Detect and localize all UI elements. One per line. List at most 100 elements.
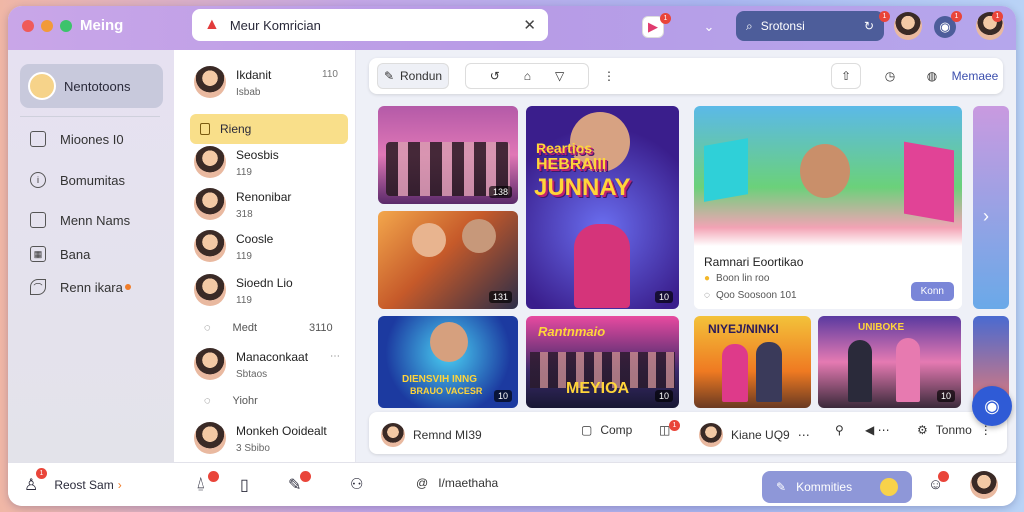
card-info: Ramnari Eoortikao ● Boon lin roo ◌ Qoo S… [694,247,962,309]
sidebar-item-mioones[interactable]: Mioones I0 [30,131,124,147]
card-meta: Qoo Soosoon 101 [715,290,797,301]
search-bar[interactable]: ⌕ Srotonsi ↻ [736,11,884,41]
chevron-down-icon[interactable]: ▽ [555,69,564,83]
video-tile[interactable]: Rantnmaio MEYIOA 10 [526,316,679,408]
status-dot [124,284,131,290]
list-item[interactable]: Coosle 119 [194,230,273,262]
badge: 1 [992,11,1003,22]
sidebar-item-renn-ikara[interactable]: ⌒ Renn ikara [30,279,131,295]
person-photo [462,219,496,253]
card-button[interactable]: Konn [910,282,954,301]
more-icon[interactable]: ⋮ [601,63,617,89]
url-text: Meur Komrician [229,17,321,33]
footer-label: Reost Sam [54,478,114,492]
sidebar-item-menn-nams[interactable]: Menn Nams [30,212,130,228]
search-label: Srotonsi [760,19,805,33]
search-button[interactable]: ✎ Rondun [377,63,449,89]
video-tile[interactable]: UNIBOKE 10 [818,316,961,408]
list-item[interactable]: Monkeh Ooidealt 3 Sbibo [194,422,327,454]
location-icon[interactable]: ⚲ [835,423,844,437]
help-fab[interactable]: ◉ [972,386,1012,426]
featured-video-tile[interactable]: Reartios HEBRAIII JUNNAY 10 [526,106,679,309]
list-item[interactable]: Manaconkaat Sbtaos ⋯ [194,348,340,380]
send-icon[interactable]: ◀ ⋯ [865,423,890,437]
notification-badge [300,471,311,482]
avatar[interactable] [894,12,922,40]
refresh-icon[interactable]: ↺ [490,69,500,83]
footer-label: I/maethaha [438,476,499,490]
tile-headline: NIYEJ/NINKI [708,322,779,336]
duration-tag: 10 [654,390,673,402]
video-tile[interactable]: NIYEJ/NINKI [694,316,811,408]
close-icon[interactable]: ✕ [523,16,536,34]
clock-icon[interactable]: ◷ [875,63,905,89]
name-button[interactable]: Memaee [952,63,999,89]
video-tile[interactable]: 138 [378,106,518,204]
url-bar[interactable]: ▲ Meur Komrician ✕ [192,9,548,41]
meta-time: 3110 [309,322,333,334]
avatar [381,423,405,447]
brand-logo-icon: ▲ [204,16,220,33]
chat-contact[interactable]: Kiane UQ9 ⋯ [699,423,810,447]
bell-icon[interactable]: ⍙ [196,475,206,493]
communities-button[interactable]: ✎ Kommities [762,471,912,503]
video-tile[interactable]: DIENSVIH INNG BRAUO VACESR 10 [378,316,518,408]
home-icon[interactable]: ⌂ [524,69,531,83]
share-icon[interactable]: ⇧ [831,63,861,89]
maximize-dot[interactable] [60,20,72,32]
highlighted-item[interactable]: Rieng [190,114,348,144]
tile-subline: BRAUO VACESR [410,386,483,396]
timestamp: 110 [322,69,338,80]
emoji-icon [880,478,898,496]
video-tile-edge[interactable]: › [973,106,1009,309]
tile-headline: Rantnmaio [538,324,606,339]
list-item[interactable]: Renonibar 318 [194,188,291,220]
avatar [194,274,226,306]
badge: 1 [669,420,680,431]
duration-tag: 10 [936,390,955,402]
chat-contact[interactable]: Remnd MI39 [381,423,482,447]
list-item[interactable]: Sioedn Lio 119 [194,274,293,306]
tile-headline: HEBRAIII [536,156,607,173]
app-window: Meing ▲ Meur Komrician ✕ ▶ 1 ⌄ ⌕ Srotons… [8,6,1016,506]
arrow-icon[interactable]: ⌄ [698,16,720,38]
video-tile[interactable]: 131 [378,211,518,309]
person-name: Coosle [236,232,274,246]
list-item[interactable]: Seosbis 119 [194,146,279,178]
comment-icon[interactable]: ◌ [204,322,211,334]
person-sub: 3 Sbibo [236,443,270,454]
footer-item[interactable]: @ I/maethaha [416,476,498,490]
info-icon: i [30,172,46,188]
close-dot[interactable] [22,20,34,32]
user-avatar[interactable] [970,471,998,499]
tile-headline: Reartios [536,140,593,156]
more-icon[interactable]: ⋯ [330,351,340,362]
person-icon: ♙ [24,477,39,494]
chat-compose[interactable]: ▢ Comp [581,423,632,437]
people-icon[interactable]: ⚇ [350,475,363,493]
chat-icon[interactable]: ◍ [917,63,947,89]
bookmark-icon[interactable]: ▯ [240,475,249,495]
badge: 1 [951,11,962,22]
dancer-figure [896,338,920,402]
notification-badge [208,471,219,482]
profile-avatar [28,72,56,100]
sidebar-item-bomumitas[interactable]: i Bomumitas [30,172,125,188]
minimize-dot[interactable] [41,20,53,32]
bottom-bar: ♙ Reost Sam › 1 ⍙ ▯ ✎ ⚇ @ I/maethaha ✎ K… [8,462,1016,506]
badge: 1 [879,11,890,22]
chat-contact[interactable]: ⚙ Tonmo ⋮ [917,423,992,437]
profile-button[interactable]: Nentotoons [20,64,163,108]
person-sub: 119 [236,251,252,262]
person-sub: 119 [236,295,252,306]
avatar [194,348,226,380]
comment-icon[interactable]: ◌ [204,395,211,407]
more-icon[interactable]: ⋯ [798,428,810,442]
chevron-right-icon[interactable]: › [983,206,989,227]
list-item[interactable]: Ikdanit Isbab 110 [194,66,338,98]
featured-card[interactable]: Ramnari Eoortikao ● Boon lin roo ◌ Qoo S… [694,106,962,309]
refresh-icon[interactable]: ↻ [864,19,874,33]
sidebar-item-bana[interactable]: ▦ Bana [30,246,90,262]
people-panel: Ikdanit Isbab 110 Rieng Seosbis 119 Reno… [174,50,356,462]
top-bar: Meing ▲ Meur Komrician ✕ ▶ 1 ⌄ ⌕ Srotons… [8,6,1016,50]
